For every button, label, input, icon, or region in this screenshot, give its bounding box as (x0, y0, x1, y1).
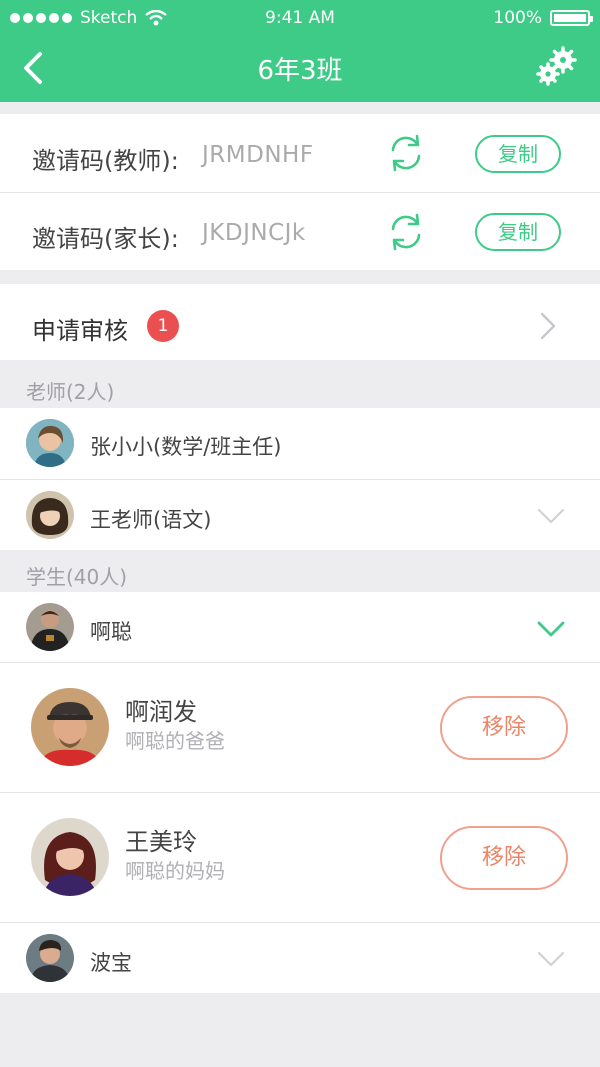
avatar (31, 818, 109, 896)
teachers-group-title: 老师(2人) (26, 380, 115, 404)
teachers-list: 张小小(数学/班主任) 王老师(语文) (0, 408, 600, 550)
student-name: 波宝 (90, 951, 132, 975)
avatar (26, 934, 74, 982)
invite-label-parent: 邀请码(家长): (32, 225, 179, 253)
apply-review-label: 申请审核 (32, 317, 128, 345)
teacher-item[interactable]: 王老师(语文) (0, 480, 600, 550)
teacher-item[interactable]: 张小小(数学/班主任) (0, 408, 600, 479)
chevron-down-icon[interactable] (537, 507, 565, 525)
teacher-name: 张小小(数学/班主任) (90, 435, 282, 459)
invite-code-parent: JKDJNCJk (202, 220, 306, 246)
page-title: 6年3班 (257, 56, 343, 86)
battery-group: 100% (493, 8, 593, 28)
invite-row-parent: 邀请码(家长): JKDJNCJk 复制 (0, 193, 600, 270)
header: Sketch 9:41 AM 100% 6年3班 (0, 0, 600, 102)
chevron-down-icon[interactable] (537, 950, 565, 968)
battery-percent: 100% (493, 8, 542, 28)
teacher-name: 王老师(语文) (90, 508, 212, 532)
nav-bar: 6年3班 (0, 36, 600, 102)
invite-code-teacher: JRMDNHF (202, 142, 314, 168)
parent-name: 啊润发 (125, 698, 197, 726)
avatar (31, 688, 109, 766)
remove-button[interactable]: 移除 (440, 826, 568, 890)
apply-count-badge: 1 (147, 310, 179, 342)
students-list: 啊聪 啊润发 啊聪的爸爸 移除 王美玲 啊聪的妈妈 移除 波宝 (0, 592, 600, 993)
refresh-icon[interactable] (386, 212, 426, 252)
avatar (26, 419, 74, 467)
avatar (26, 603, 74, 651)
student-item[interactable]: 啊聪 (0, 592, 600, 662)
parent-item: 啊润发 啊聪的爸爸 移除 (0, 663, 600, 792)
copy-button-teacher[interactable]: 复制 (475, 135, 561, 173)
invite-label-teacher: 邀请码(教师): (32, 147, 179, 175)
parent-relation: 啊聪的妈妈 (125, 859, 225, 883)
refresh-icon[interactable] (386, 133, 426, 173)
parent-item: 王美玲 啊聪的妈妈 移除 (0, 793, 600, 922)
battery-icon (550, 10, 593, 26)
student-name: 啊聪 (90, 620, 132, 644)
remove-button[interactable]: 移除 (440, 696, 568, 760)
chevron-right-icon (540, 312, 556, 340)
settings-gears-icon[interactable] (536, 46, 578, 88)
copy-button-parent[interactable]: 复制 (475, 213, 561, 251)
invite-row-teacher: 邀请码(教师): JRMDNHF 复制 (0, 114, 600, 192)
apply-review-row[interactable]: 申请审核 1 (0, 284, 600, 360)
status-bar: Sketch 9:41 AM 100% (0, 0, 600, 36)
chevron-down-icon[interactable] (537, 620, 565, 638)
avatar (26, 491, 74, 539)
parent-name: 王美玲 (125, 828, 197, 856)
student-item[interactable]: 波宝 (0, 923, 600, 993)
invite-code-section: 邀请码(教师): JRMDNHF 复制 邀请码(家长): JKDJNCJk 复制 (0, 114, 600, 270)
students-group-title: 学生(40人) (26, 565, 128, 589)
parent-relation: 啊聪的爸爸 (125, 729, 225, 753)
